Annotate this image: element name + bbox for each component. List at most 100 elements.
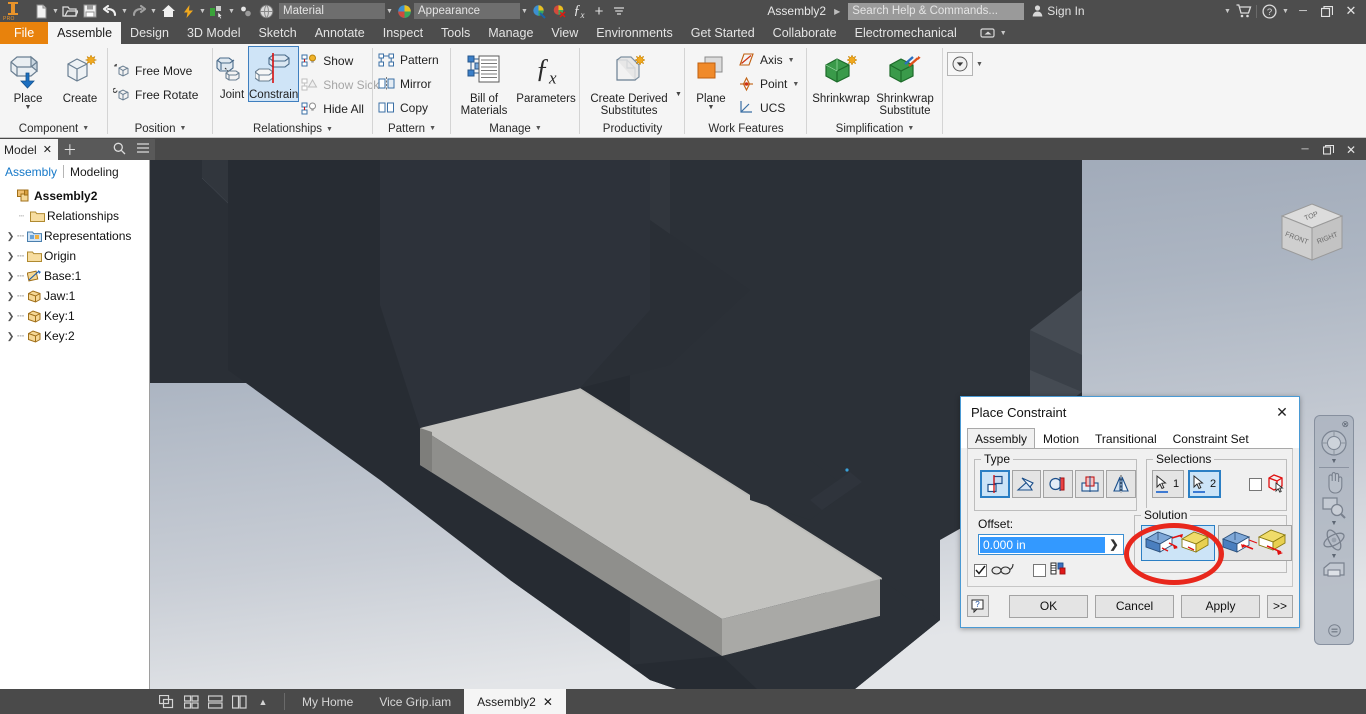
material-globe-icon[interactable]	[256, 1, 276, 21]
browser-mode-modeling[interactable]: Modeling	[70, 165, 119, 179]
orbit-caret-icon[interactable]: ▼	[1316, 552, 1352, 561]
component-group-caret-icon[interactable]: ▼	[82, 125, 89, 132]
plus-icon[interactable]: ＋	[63, 143, 77, 157]
shrinkwrap-button[interactable]: Shrinkwrap	[809, 47, 873, 105]
doc-tab-vice-grip[interactable]: Vice Grip.iam	[366, 689, 464, 714]
model-close-button[interactable]: ✕	[1340, 140, 1362, 160]
expand-arrow-icon[interactable]: ❯	[1105, 535, 1123, 554]
work-plane-caret-icon[interactable]: ▼	[708, 104, 715, 111]
dialog-tab-transitional[interactable]: Transitional	[1087, 428, 1165, 448]
symmetry-constraint-icon[interactable]	[1106, 470, 1136, 498]
create-derived-substitutes-caret-icon[interactable]: ▼	[675, 91, 682, 120]
tab-inspect[interactable]: Inspect	[374, 22, 432, 44]
tile-vertical-icon[interactable]	[228, 691, 250, 713]
cascade-windows-icon[interactable]	[156, 691, 178, 713]
browser-tab-model[interactable]: Model ✕	[0, 139, 58, 160]
ribbon-group-manage-label[interactable]: Manage ▼	[451, 120, 580, 137]
appearance-globe-icon[interactable]	[394, 1, 414, 21]
free-rotate-button[interactable]: Free Rotate	[110, 83, 203, 107]
tab-view[interactable]: View	[542, 22, 587, 44]
tree-node-assembly2[interactable]: Assembly2	[0, 186, 149, 206]
update-icon[interactable]	[178, 1, 198, 21]
zoom-window-icon[interactable]	[1316, 495, 1352, 519]
browser-mode-assembly[interactable]: Assembly	[5, 165, 57, 179]
mate-constraint-icon[interactable]	[980, 470, 1010, 498]
sign-in-button[interactable]: Sign In	[1032, 4, 1085, 18]
tab-collaborate[interactable]: Collaborate	[764, 22, 846, 44]
ribbon-display-caret-icon[interactable]: ▼	[999, 23, 1008, 43]
ribbon-overflow-icon[interactable]	[947, 52, 974, 76]
create-derived-substitutes-button[interactable]: Create Derived Substitutes	[583, 47, 675, 117]
pick-part-first-icon[interactable]	[1266, 473, 1286, 496]
pick-part-first-checkbox[interactable]	[1249, 477, 1262, 491]
new-file-icon[interactable]	[31, 1, 51, 21]
tree-expander[interactable]: ┄	[15, 211, 28, 222]
ucs-button[interactable]: UCS	[735, 96, 804, 120]
tree-node-key-2[interactable]: ❯ ┄ Key:2	[0, 326, 149, 346]
place-component-caret-icon[interactable]: ▼	[25, 104, 32, 111]
help-icon[interactable]: ?	[1259, 1, 1279, 21]
position-group-caret-icon[interactable]: ▼	[179, 125, 186, 132]
steering-wheel-icon[interactable]	[1316, 429, 1352, 457]
material-dropdown[interactable]	[279, 3, 385, 19]
tab-manage[interactable]: Manage	[479, 22, 542, 44]
selection-2-button[interactable]: 2	[1188, 470, 1221, 498]
ribbon-group-component-label[interactable]: Component ▼	[0, 120, 108, 137]
tree-expander-base[interactable]: ❯	[4, 271, 17, 282]
return-icon[interactable]	[236, 1, 256, 21]
ok-button[interactable]: OK	[1009, 594, 1088, 618]
title-dropdown-caret-icon[interactable]: ▶	[834, 7, 840, 16]
tab-assemble[interactable]: Assemble	[48, 22, 122, 44]
tab-design[interactable]: Design	[121, 22, 178, 44]
manage-group-caret-icon[interactable]: ▼	[535, 125, 542, 132]
dialog-tab-assembly[interactable]: Assembly	[967, 428, 1036, 448]
cart-icon[interactable]	[1234, 1, 1254, 21]
clear-appearance-icon[interactable]	[549, 1, 569, 21]
expand-up-icon[interactable]: ▲	[252, 691, 274, 713]
constrain-button[interactable]: Constrain	[247, 46, 300, 102]
save-icon[interactable]	[80, 1, 100, 21]
work-plane-button[interactable]: Plane ▼	[687, 47, 735, 111]
model-restore-button[interactable]	[1317, 140, 1339, 160]
undo-dropdown-caret-icon[interactable]: ▼	[120, 1, 129, 21]
ribbon-group-relationships-label[interactable]: Relationships ▼	[213, 121, 373, 137]
predict-offset-checkbox[interactable]	[1033, 563, 1046, 577]
help-button[interactable]: ?	[967, 595, 989, 617]
navbar-options-icon[interactable]	[1327, 624, 1341, 644]
orbit-icon[interactable]	[1316, 528, 1352, 552]
more-options-button[interactable]: >>	[1267, 594, 1293, 618]
work-point-button[interactable]: Point ▼	[735, 72, 804, 96]
minimize-window-button[interactable]: ─	[1292, 1, 1314, 21]
solution-aligned-icon[interactable]	[1218, 525, 1292, 561]
work-point-caret-icon[interactable]: ▼	[792, 81, 799, 88]
update-dropdown-caret-icon[interactable]: ▼	[198, 1, 207, 21]
open-file-icon[interactable]	[60, 1, 80, 21]
work-axis-button[interactable]: Axis ▼	[735, 48, 804, 72]
ribbon-group-position-label[interactable]: Position ▼	[108, 120, 213, 137]
tile-windows-icon[interactable]	[180, 691, 202, 713]
model-minimize-button[interactable]: ─	[1294, 140, 1316, 160]
solution-opposed-icon[interactable]	[1141, 525, 1215, 561]
selection-1-button[interactable]: 1	[1152, 470, 1185, 498]
place-component-button[interactable]: Place ▼	[2, 47, 54, 111]
bill-of-materials-button[interactable]: Bill of Materials	[453, 47, 515, 117]
joint-button[interactable]: Joint	[215, 47, 249, 101]
ribbon-overflow-caret-icon[interactable]: ▼	[976, 61, 983, 68]
close-window-button[interactable]: ✕	[1340, 1, 1362, 21]
view-cube[interactable]: TOP FRONT RIGHT	[1276, 200, 1348, 280]
search-input[interactable]	[848, 2, 1025, 20]
search-icon[interactable]	[113, 142, 126, 158]
appearance-dropdown-caret-icon[interactable]: ▼	[520, 1, 529, 21]
show-preview-checkbox[interactable]	[974, 563, 987, 577]
help-dropdown-caret-icon[interactable]: ▼	[1281, 1, 1290, 21]
tile-horizontal-icon[interactable]	[204, 691, 226, 713]
tree-expander-key1[interactable]: ❯	[4, 311, 17, 322]
apply-button[interactable]: Apply	[1181, 594, 1260, 618]
insert-constraint-icon[interactable]	[1074, 470, 1105, 498]
doc-tab-my-home[interactable]: My Home	[289, 689, 366, 714]
parameters-fx-icon[interactable]: ƒx	[569, 1, 589, 21]
relationships-group-caret-icon[interactable]: ▼	[326, 126, 333, 133]
redo-dropdown-caret-icon[interactable]: ▼	[149, 1, 158, 21]
tab-file[interactable]: File	[0, 22, 49, 44]
tab-get-started[interactable]: Get Started	[682, 22, 764, 44]
